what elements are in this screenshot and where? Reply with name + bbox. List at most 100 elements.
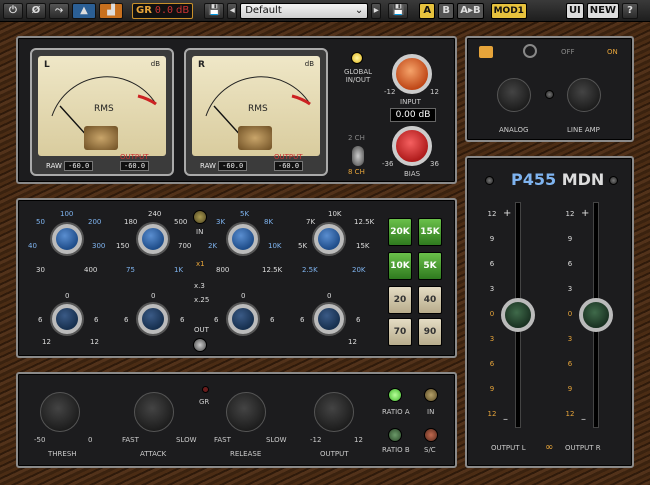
panel-screw	[609, 176, 618, 185]
comp-in-led[interactable]	[424, 388, 438, 402]
analyzer-icon[interactable]: ▲	[72, 2, 96, 19]
filter-button-90[interactable]: 90	[418, 318, 442, 346]
band4-freq: 15K	[356, 242, 370, 250]
input-knob[interactable]	[392, 54, 432, 94]
analog-knob[interactable]	[497, 78, 531, 112]
bias-min: -36	[382, 160, 394, 168]
gain-tick: 6	[94, 316, 99, 324]
fader-title-b: MDN	[561, 170, 605, 189]
fader-plus-l: +	[503, 208, 512, 219]
eq-panel: 50 100 200 40 300 30 400 180 240 500 150…	[16, 198, 457, 358]
global-inout-led[interactable]	[351, 52, 363, 64]
raw-label: RAW	[200, 162, 216, 170]
eq-gain-knob-1[interactable]	[52, 304, 82, 334]
fader-minus-l: –	[503, 414, 508, 425]
gain-tick: 6	[214, 316, 219, 324]
analog-icon[interactable]	[479, 46, 493, 58]
eq-freq-knob-3[interactable]	[228, 224, 258, 254]
fader-link-icon[interactable]: ∞	[545, 442, 553, 453]
thresh-knob[interactable]	[40, 392, 80, 432]
output-min: -12	[310, 436, 322, 444]
power-icon[interactable]: ⏻	[3, 2, 23, 19]
ratio-b-led[interactable]	[388, 428, 402, 442]
x1-label: x1	[196, 260, 205, 268]
gain-tick: 6	[38, 316, 43, 324]
ratio-a-led[interactable]	[388, 388, 402, 402]
fader-scale-tick: 3	[567, 285, 573, 293]
meter-mode: RMS	[94, 104, 114, 114]
chevron-down-icon: ⌄	[354, 5, 364, 16]
prev-preset-icon[interactable]: ◂	[227, 2, 238, 19]
fader-handle-left[interactable]	[501, 298, 535, 332]
new-button[interactable]: NEW	[586, 2, 620, 19]
eq-gain-knob-4[interactable]	[314, 304, 344, 334]
fader-scale-tick: 9	[567, 385, 573, 393]
link-tool-icon[interactable]: ⤳	[49, 2, 69, 19]
line-amp-knob[interactable]	[567, 78, 601, 112]
gain-tick: 6	[270, 316, 275, 324]
save-preset-icon[interactable]: 💾	[388, 2, 409, 19]
fader-scale-tick: 12	[565, 210, 575, 218]
meter-channel: L	[44, 60, 50, 70]
filter-button-70[interactable]: 70	[388, 318, 412, 346]
eq-freq-knob-1[interactable]	[52, 224, 82, 254]
eq-in-led[interactable]	[193, 210, 207, 224]
fader-handle-right[interactable]	[579, 298, 613, 332]
attack-knob[interactable]	[134, 392, 174, 432]
preset-select[interactable]: Default ⌄	[240, 2, 369, 19]
ab-a-button[interactable]: A	[419, 2, 436, 19]
ratio-b-label: RATIO B	[382, 446, 410, 454]
bypass-icon[interactable]: Ø	[26, 2, 46, 19]
comp-output-knob[interactable]	[314, 392, 354, 432]
input-max: 12	[430, 88, 439, 96]
mod-button[interactable]: MOD1	[490, 2, 527, 19]
bias-knob[interactable]	[392, 126, 432, 166]
save-icon[interactable]: 💾	[204, 2, 225, 19]
next-preset-icon[interactable]: ▸	[371, 2, 382, 19]
release-knob[interactable]	[226, 392, 266, 432]
fader-scale-tick: 3	[489, 335, 495, 343]
band1-freq: 50	[36, 218, 45, 226]
bias-max: 36	[430, 160, 439, 168]
panel-screw	[485, 176, 494, 185]
filter-button-20[interactable]: 20	[388, 286, 412, 314]
compressor-panel: -50 0 THRESH FAST SLOW ATTACK GR FAST SL…	[16, 372, 457, 468]
ab-copy-button[interactable]: A▸B	[457, 2, 484, 19]
thresh-min: -50	[34, 436, 46, 444]
sc-led[interactable]	[424, 428, 438, 442]
fader-scale-tick: 12	[487, 410, 497, 418]
ab-b-button[interactable]: B	[438, 2, 455, 19]
band4-freq: 20K	[352, 266, 366, 274]
input-label: INPUT	[400, 98, 421, 106]
filter-button-15k[interactable]: 15K	[418, 218, 442, 246]
comp-output-label: OUTPUT	[320, 450, 349, 458]
output-readout: OUTPUT -60.0	[120, 153, 172, 171]
help-icon[interactable]: ?	[622, 2, 639, 19]
line-amp-icon	[523, 44, 537, 58]
band4-freq: 10K	[328, 210, 342, 218]
eq-out-switch[interactable]	[193, 338, 207, 352]
fader-scale-tick: 6	[567, 260, 573, 268]
gr-led	[202, 386, 209, 393]
filter-button-10k[interactable]: 10K	[388, 252, 412, 280]
gain-tick: 0	[327, 292, 332, 300]
channel-toggle[interactable]	[352, 146, 364, 166]
fader-plus-r: +	[581, 208, 590, 219]
ui-button[interactable]: UI	[565, 2, 584, 19]
eq-gain-knob-2[interactable]	[138, 304, 168, 334]
filter-button-40[interactable]: 40	[418, 286, 442, 314]
meter-channel: R	[198, 60, 205, 70]
panel-screw	[545, 90, 554, 99]
needle-pivot	[84, 126, 118, 150]
eq-freq-knob-2[interactable]	[138, 224, 168, 254]
filter-button-5k[interactable]: 5K	[418, 252, 442, 280]
meter-icon[interactable]: ▟	[99, 2, 123, 19]
fader-scale-tick: 3	[489, 285, 495, 293]
gain-tick: 12	[348, 338, 357, 346]
eq-freq-knob-4[interactable]	[314, 224, 344, 254]
eq-gain-knob-3[interactable]	[228, 304, 258, 334]
toolbar: ⏻ Ø ⤳ ▲ ▟ GR 0.0 dB 💾 ◂ Default ⌄ ▸ 💾 A B…	[0, 0, 650, 22]
input-value-display[interactable]: 0.00 dB	[390, 108, 436, 122]
filter-button-20k[interactable]: 20K	[388, 218, 412, 246]
fader-scale-tick: 12	[565, 410, 575, 418]
